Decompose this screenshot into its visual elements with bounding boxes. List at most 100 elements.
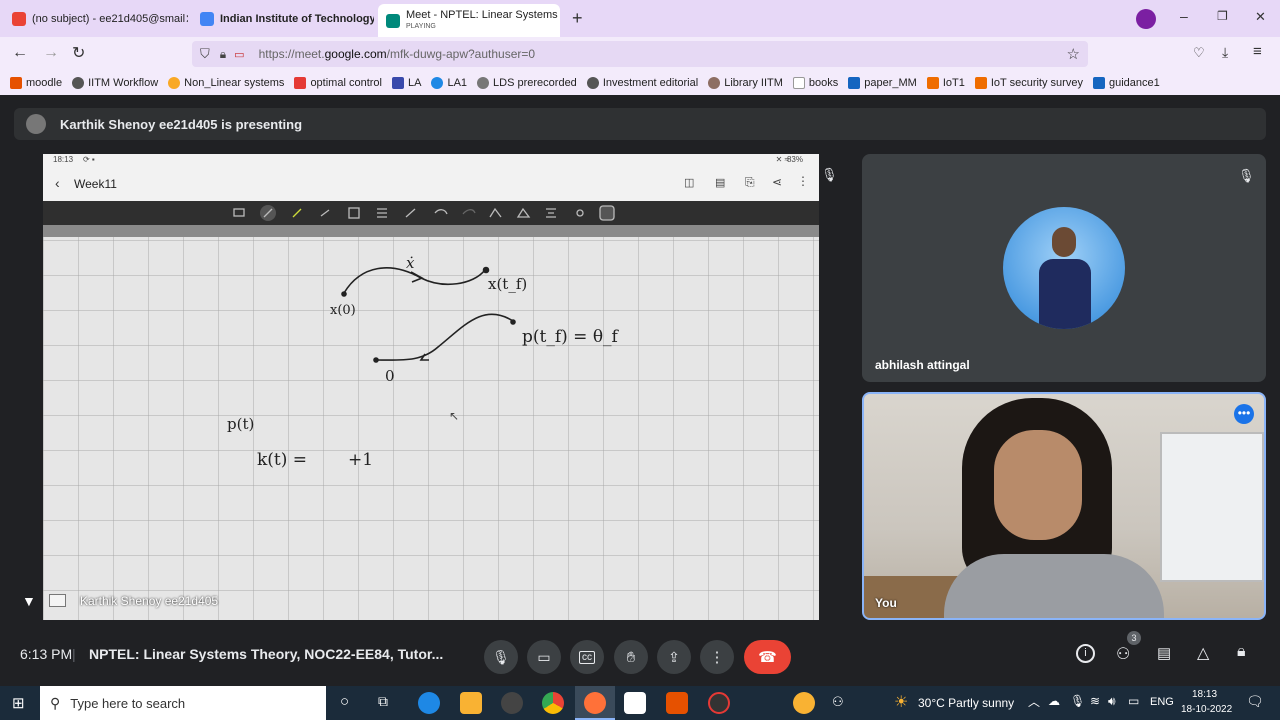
file-explorer-icon[interactable] xyxy=(460,692,482,714)
raise-hand-button[interactable]: ✋︎ xyxy=(614,640,648,674)
more-options-icon[interactable]: ••• xyxy=(1234,404,1254,424)
window-close-icon[interactable]: ✕ xyxy=(1255,9,1266,25)
pin-icon[interactable]: ▼ xyxy=(22,593,36,609)
app-icon[interactable] xyxy=(708,692,730,714)
cortana-icon[interactable]: ○ xyxy=(340,693,349,710)
camera-permission-icon[interactable]: ▭ xyxy=(234,48,244,61)
participant-name: abhilash attingal xyxy=(875,358,970,372)
taskbar-search[interactable]: ⚲ Type here to search xyxy=(40,686,326,720)
globe-icon xyxy=(72,77,85,89)
hand-icon: ✋︎ xyxy=(626,648,636,666)
wifi-icon[interactable]: ≋ xyxy=(1090,694,1100,708)
sketch-kt: k(t) = xyxy=(257,450,308,470)
weather-text[interactable]: 30°C Partly sunny xyxy=(918,696,1014,710)
bookmark-item[interactable]: books xyxy=(792,77,838,89)
more-options-button[interactable]: ⋮ xyxy=(700,640,734,674)
pages-icon[interactable]: ▤ xyxy=(715,176,725,189)
people-count-badge: 3 xyxy=(1127,631,1141,645)
bookmark-item[interactable]: LA xyxy=(391,77,421,89)
bookmark-item[interactable]: IoT1 xyxy=(926,77,965,89)
bookmark-item[interactable]: paper_MM xyxy=(848,77,917,89)
search-icon: ⚲ xyxy=(50,694,61,711)
tab-playing-label: PLAYING xyxy=(406,22,436,30)
bookmark-label: LA1 xyxy=(447,77,468,89)
host-controls-lock-icon[interactable]: 🔒︎ xyxy=(1237,643,1246,661)
pocket-icon[interactable]: ♡ xyxy=(1193,45,1205,61)
url-bar[interactable]: ⛉ 🔒︎ ▭ https://meet.google.com/mfk-duwg-… xyxy=(192,41,1088,67)
bookmark-item[interactable]: IITM Workflow xyxy=(72,77,158,89)
captions-button[interactable]: cc xyxy=(570,640,604,674)
bookmark-item[interactable]: guidance1 xyxy=(1092,77,1160,89)
edge-icon[interactable] xyxy=(418,692,440,714)
tab-gmail[interactable]: (no subject) - ee21d405@smail ✕ xyxy=(4,4,188,34)
sketch-ptf: p(t_f) = θ_f xyxy=(522,327,618,347)
participant-tile-abhilash[interactable]: 🎙︎ abhilash attingal xyxy=(862,154,1266,382)
bookmark-item[interactable]: moodle xyxy=(10,77,62,89)
new-tab-plus-icon[interactable]: + xyxy=(572,8,583,29)
minimize-icon[interactable]: – xyxy=(1180,8,1188,24)
matlab-icon[interactable] xyxy=(666,692,688,714)
back-arrow-icon[interactable]: ← xyxy=(12,44,28,62)
people-icon[interactable]: ⚇ xyxy=(832,694,844,710)
help-icon[interactable] xyxy=(793,692,815,714)
bookmark-item[interactable]: Non_Linear systems xyxy=(168,77,284,89)
attach-icon[interactable]: ⎘ xyxy=(745,175,755,190)
pen-tools-icons[interactable] xyxy=(43,201,819,225)
bookmark-item[interactable]: optimal control xyxy=(294,77,382,89)
bookmark-label: IoT security survey xyxy=(990,77,1083,89)
avatar-shirt xyxy=(1039,259,1091,329)
meeting-title: NPTEL: Linear Systems Theory, NOC22-EE84… xyxy=(89,646,444,662)
activities-icon[interactable]: △ xyxy=(1197,643,1209,663)
avatar xyxy=(26,114,46,134)
tab-label: Indian Institute of Technology xyxy=(220,13,374,25)
close-icon[interactable]: ✕ xyxy=(185,12,188,26)
mic-icon: 🎙︎ xyxy=(492,648,510,665)
bookmark-item[interactable]: IoT security survey xyxy=(974,77,1083,89)
bookmark-star-icon[interactable]: ☆ xyxy=(1067,45,1080,63)
chrome-icon[interactable] xyxy=(542,692,564,714)
store-icon[interactable] xyxy=(624,692,646,714)
download-icon[interactable]: ⤓ xyxy=(1222,44,1228,61)
people-icon[interactable]: ⚇ xyxy=(1116,644,1130,664)
app-icon[interactable] xyxy=(501,692,523,714)
notification-icon[interactable]: 🗨︎ xyxy=(1246,693,1264,710)
sketch-xdot: ẋ xyxy=(406,254,415,272)
taskbar-time[interactable]: 18:13 xyxy=(1192,689,1217,700)
navigation-bar: ← → ↻ ⛉ 🔒︎ ▭ https://meet.google.com/mfk… xyxy=(0,37,1280,71)
language-indicator[interactable]: ENG xyxy=(1150,696,1174,708)
meeting-details-icon[interactable]: i xyxy=(1076,644,1095,663)
leave-call-button[interactable]: ☎︎ xyxy=(744,640,791,674)
url-prefix: https://meet. xyxy=(258,47,325,61)
mic-button[interactable]: 🎙︎ xyxy=(484,640,518,674)
windows-start-icon[interactable]: ⊞ xyxy=(12,694,25,712)
present-button[interactable]: ⇪ xyxy=(657,640,691,674)
forward-arrow-icon[interactable]: → xyxy=(43,44,59,62)
screen-share-icon[interactable] xyxy=(49,594,66,607)
tray-chevron-icon[interactable]: ︿ xyxy=(1028,693,1040,710)
tab-iit[interactable]: Indian Institute of Technology ✕ xyxy=(192,4,374,34)
back-icon[interactable]: ‹ xyxy=(55,175,60,191)
sketch-xtf: x(t_f) xyxy=(488,275,528,293)
menu-icon[interactable]: ≡ xyxy=(1253,43,1262,60)
tab-meet[interactable]: Meet - NPTEL: Linear Systems Th PLAYING … xyxy=(378,4,560,37)
firefox-taskbar-item[interactable] xyxy=(575,686,615,720)
chat-icon[interactable]: ▤ xyxy=(1157,644,1171,662)
bookmark-item[interactable]: Investment editorial xyxy=(586,77,698,89)
taskbar-date[interactable]: 18-10-2022 xyxy=(1181,704,1232,715)
maximize-icon[interactable]: ❐ xyxy=(1217,9,1228,23)
bookmark-icon xyxy=(477,77,490,89)
present-icon: ⇪ xyxy=(668,648,680,665)
participant-tile-self[interactable]: ••• You xyxy=(862,392,1266,620)
bookmark-item[interactable]: LA1 xyxy=(431,77,467,89)
bookmark-item[interactable]: LDS prerecorded xyxy=(477,77,577,89)
volume-icon[interactable]: 🔊︎ xyxy=(1108,694,1116,709)
share-icon[interactable]: ⋖ xyxy=(772,175,782,189)
camera-button[interactable]: ▭ xyxy=(527,640,561,674)
more-icon[interactable]: ⋮ xyxy=(797,174,809,188)
book-icon[interactable]: ◫ xyxy=(684,176,694,189)
bookmark-label: optimal control xyxy=(310,77,382,89)
task-view-icon[interactable]: ⧉ xyxy=(378,693,388,710)
reload-icon[interactable]: ↻ xyxy=(72,43,85,63)
bookmark-item[interactable]: Library IITM xyxy=(708,77,783,89)
presenting-banner: Karthik Shenoy ee21d405 is presenting xyxy=(14,108,1266,140)
